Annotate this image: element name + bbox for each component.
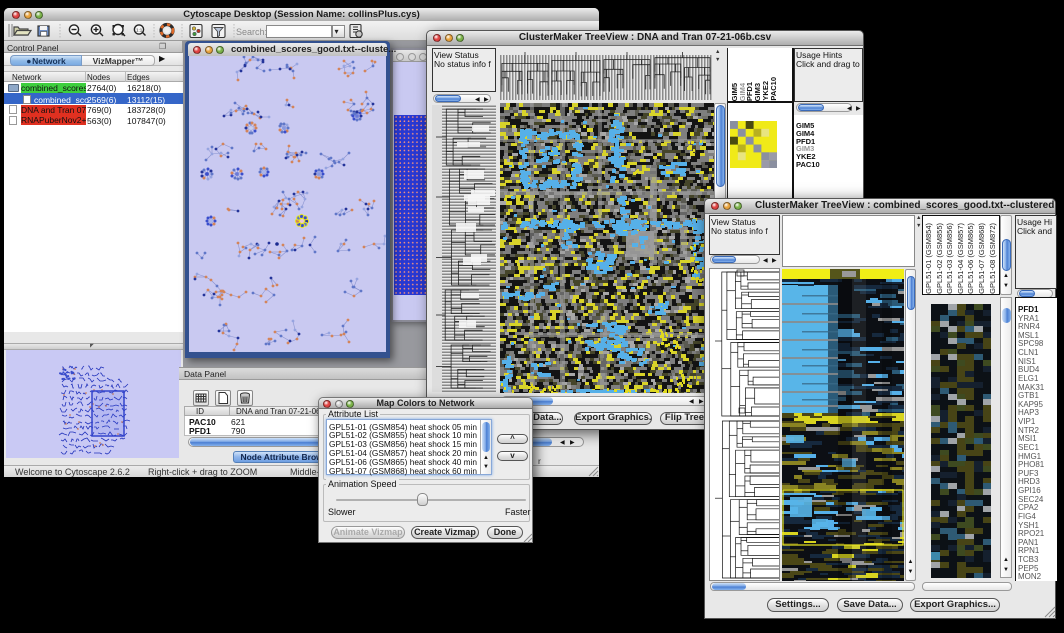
svg-text:1:1: 1:1 xyxy=(136,28,143,33)
